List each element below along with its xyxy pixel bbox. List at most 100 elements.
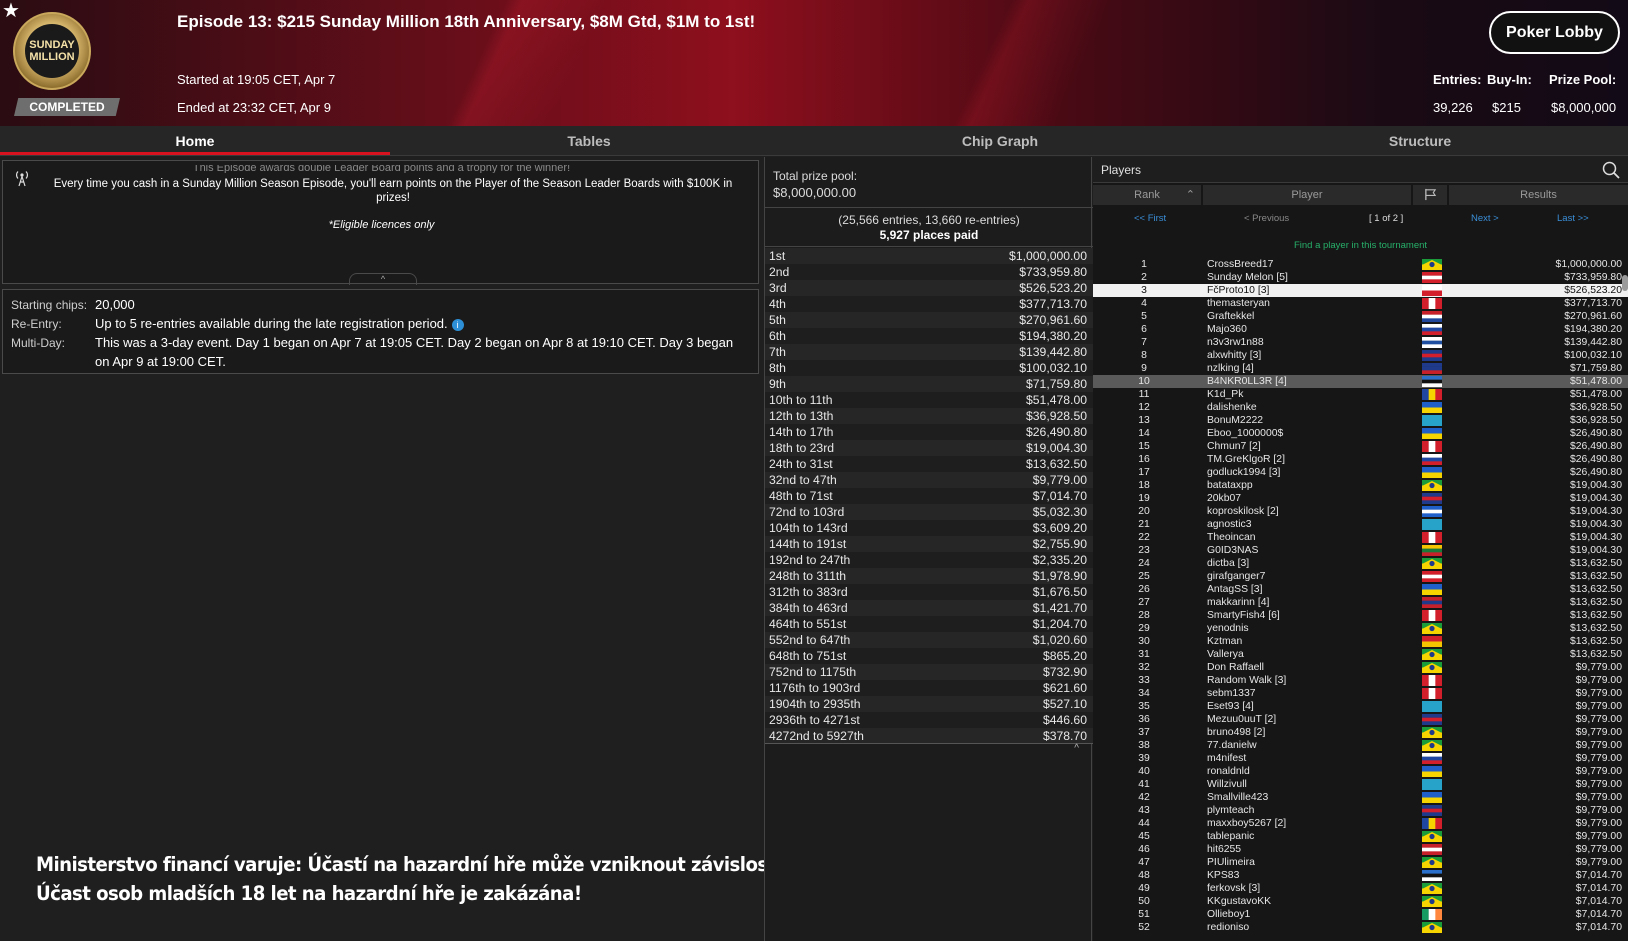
player-row[interactable]: 30 Kztman $13,632.50 [1093, 635, 1628, 648]
player-row[interactable]: 52 redioniso $7,014.70 [1093, 921, 1628, 934]
player-row[interactable]: 50 KKgustavoKK $7,014.70 [1093, 895, 1628, 908]
prize-amount: $1,204.70 [1032, 617, 1087, 631]
player-row[interactable]: 18 batataxpp $19,004.30 [1093, 479, 1628, 492]
player-row[interactable]: 21 agnostic3 $19,004.30 [1093, 518, 1628, 531]
player-row[interactable]: 8 alxwhitty [3] $100,032.10 [1093, 349, 1628, 362]
player-rank: 8 [1141, 350, 1147, 361]
prize-amount: $3,609.20 [1032, 521, 1087, 535]
player-row[interactable]: 43 plymteach $9,779.00 [1093, 804, 1628, 817]
player-row[interactable]: 22 Theoincan $19,004.30 [1093, 531, 1628, 544]
player-row[interactable]: 3 FčProto10 [3] $526,523.20 [1093, 284, 1628, 297]
player-row[interactable]: 46 hit6255 $9,779.00 [1093, 843, 1628, 856]
player-row[interactable]: 14 Eboo_1000000$ $26,490.80 [1093, 427, 1628, 440]
player-row[interactable]: 48 KPS83 $7,014.70 [1093, 869, 1628, 882]
player-result: $733,959.80 [1564, 272, 1622, 283]
player-row[interactable]: 26 AntagSS [3] $13,632.50 [1093, 583, 1628, 596]
results-column-header[interactable]: Results [1449, 185, 1628, 205]
player-row[interactable]: 28 SmartyFish4 [6] $13,632.50 [1093, 609, 1628, 622]
tab-structure[interactable]: Structure [1212, 126, 1628, 156]
pager-next[interactable]: Next > [1471, 213, 1499, 224]
player-row[interactable]: 33 Random Walk [3] $9,779.00 [1093, 674, 1628, 687]
player-rank: 15 [1138, 441, 1150, 452]
pager-last[interactable]: Last >> [1557, 213, 1589, 224]
prize-amount: $5,032.30 [1032, 505, 1087, 519]
player-name: AntagSS [3] [1207, 584, 1263, 595]
country-flag-icon [1422, 493, 1442, 504]
collapse-toggle[interactable]: ^ [349, 273, 417, 285]
pager-first[interactable]: << First [1134, 213, 1166, 224]
prize-place: 552nd to 647th [769, 633, 851, 647]
prize-amount: $621.60 [1042, 681, 1087, 695]
player-row[interactable]: 25 girafganger7 $13,632.50 [1093, 570, 1628, 583]
player-row[interactable]: 29 yenodnis $13,632.50 [1093, 622, 1628, 635]
prize-amount: $377,713.70 [1019, 297, 1087, 311]
prize-pool-label: Prize Pool: [1549, 72, 1617, 87]
player-row[interactable]: 38 77.danielw $9,779.00 [1093, 739, 1628, 752]
player-result: $9,779.00 [1575, 766, 1622, 777]
player-row[interactable]: 49 ferkovsk [3] $7,014.70 [1093, 882, 1628, 895]
player-result: $51,478.00 [1569, 376, 1622, 387]
player-row[interactable]: 6 Majo360 $194,380.20 [1093, 323, 1628, 336]
player-row[interactable]: 24 dictba [3] $13,632.50 [1093, 557, 1628, 570]
player-row[interactable]: 51 Ollieboy1 $7,014.70 [1093, 908, 1628, 921]
player-row[interactable]: 5 Graftekkel $270,961.60 [1093, 310, 1628, 323]
player-row[interactable]: 7 n3v3rw1n88 $139,442.80 [1093, 336, 1628, 349]
tab-tables[interactable]: Tables [390, 126, 788, 156]
poker-lobby-button[interactable]: Poker Lobby [1489, 11, 1620, 54]
player-row[interactable]: 32 Don Raffaell $9,779.00 [1093, 661, 1628, 674]
player-row[interactable]: 16 TM.GreKlgoR [2] $26,490.80 [1093, 453, 1628, 466]
player-rank: 1 [1141, 259, 1147, 270]
player-row[interactable]: 19 20kb07 $19,004.30 [1093, 492, 1628, 505]
player-row[interactable]: 36 Mezuu0uuT [2] $9,779.00 [1093, 713, 1628, 726]
player-name: B4NKR0LL3R [4] [1207, 376, 1287, 387]
flag-icon [1424, 188, 1436, 201]
player-name: Vallerya [1207, 649, 1244, 660]
rank-column-header[interactable]: Rank ⌃ [1093, 185, 1201, 205]
player-row[interactable]: 37 bruno498 [2] $9,779.00 [1093, 726, 1628, 739]
player-name: BonuM2222 [1207, 415, 1264, 426]
player-row[interactable]: 27 makkarinn [4] $13,632.50 [1093, 596, 1628, 609]
player-row[interactable]: 15 Chmun7 [2] $26,490.80 [1093, 440, 1628, 453]
find-player-link[interactable]: Find a player in this tournament [1093, 240, 1628, 251]
country-flag-icon [1422, 376, 1442, 387]
player-row[interactable]: 39 m4nifest $9,779.00 [1093, 752, 1628, 765]
player-row[interactable]: 42 Smallville423 $9,779.00 [1093, 791, 1628, 804]
player-row[interactable]: 12 dalishenke $36,928.50 [1093, 401, 1628, 414]
player-row[interactable]: 44 maxxboy5267 [2] $9,779.00 [1093, 817, 1628, 830]
player-result: $26,490.80 [1569, 454, 1622, 465]
player-row[interactable]: 34 sebm1337 $9,779.00 [1093, 687, 1628, 700]
player-row[interactable]: 2 Sunday Melon [5] $733,959.80 [1093, 271, 1628, 284]
country-flag-icon [1422, 792, 1442, 803]
player-row[interactable]: 9 nzlking [4] $71,759.80 [1093, 362, 1628, 375]
pager-previous[interactable]: < Previous [1244, 213, 1289, 224]
status-badge: COMPLETED [14, 98, 120, 116]
player-row[interactable]: 47 PIUlimeira $9,779.00 [1093, 856, 1628, 869]
prize-row: 4272nd to 5927th $378.70 [765, 728, 1093, 744]
info-icon[interactable]: i [451, 319, 464, 331]
player-row[interactable]: 23 G0ID3NAS $19,004.30 [1093, 544, 1628, 557]
player-rank: 28 [1138, 610, 1150, 621]
player-result: $9,779.00 [1575, 662, 1622, 673]
player-row[interactable]: 45 tablepanic $9,779.00 [1093, 830, 1628, 843]
chevron-up-icon[interactable]: ^ [1074, 743, 1079, 754]
search-icon[interactable] [1602, 161, 1620, 179]
player-row[interactable]: 1 CrossBreed17 $1,000,000.00 [1093, 258, 1628, 271]
player-row[interactable]: 20 koproskilosk [2] $19,004.30 [1093, 505, 1628, 518]
message-main: Every time you cash in a Sunday Million … [53, 178, 733, 204]
player-row[interactable]: 10 B4NKR0LL3R [4] $51,478.00 [1093, 375, 1628, 388]
player-row[interactable]: 40 ronaldnld $9,779.00 [1093, 765, 1628, 778]
tab-chip-graph[interactable]: Chip Graph [788, 126, 1212, 156]
player-row[interactable]: 13 BonuM2222 $36,928.50 [1093, 414, 1628, 427]
player-row[interactable]: 17 godluck1994 [3] $26,490.80 [1093, 466, 1628, 479]
player-row[interactable]: 41 Willzivull $9,779.00 [1093, 778, 1628, 791]
country-column-header[interactable] [1413, 185, 1447, 205]
player-row[interactable]: 31 Vallerya $13,632.50 [1093, 648, 1628, 661]
player-rank: 5 [1141, 311, 1147, 322]
player-row[interactable]: 4 themasteryan $377,713.70 [1093, 297, 1628, 310]
player-row[interactable]: 35 Eset93 [4] $9,779.00 [1093, 700, 1628, 713]
player-result: $9,779.00 [1575, 753, 1622, 764]
favorite-star-icon[interactable]: ★ [2, 0, 20, 22]
player-row[interactable]: 11 K1d_Pk $51,478.00 [1093, 388, 1628, 401]
player-column-header[interactable]: Player [1203, 185, 1411, 205]
scrollbar[interactable] [1622, 275, 1628, 291]
